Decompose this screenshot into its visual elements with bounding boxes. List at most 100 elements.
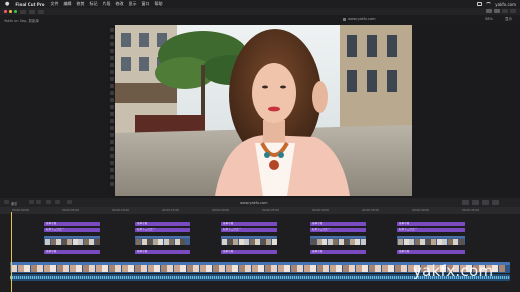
storyline-thumbnail xyxy=(355,265,362,272)
tool-icon[interactable] xyxy=(109,133,114,137)
storyline-thumbnail xyxy=(394,265,401,272)
clip-thumbnail xyxy=(344,238,349,245)
show-timeline-button[interactable] xyxy=(494,9,500,13)
title-clip[interactable]: 基本字幕 xyxy=(221,250,277,254)
ruler-tick-label: 00:00:15:00 xyxy=(162,208,180,212)
zoom-menu[interactable]: 58% xyxy=(485,17,493,21)
tool-icon[interactable] xyxy=(109,35,114,39)
storyline-thumbnail xyxy=(167,265,173,272)
close-window-button[interactable] xyxy=(4,10,7,13)
storyline-thumbnail xyxy=(310,265,316,272)
broll-clip[interactable] xyxy=(310,236,366,245)
storyline-thumbnail xyxy=(212,265,219,272)
tool-icon[interactable] xyxy=(109,161,114,165)
clip-thumbnail xyxy=(260,238,266,245)
broll-clip[interactable] xyxy=(44,236,100,245)
menu-view[interactable]: 显示 xyxy=(129,1,137,7)
audio-skimming-icon[interactable] xyxy=(472,200,479,205)
storyline-thumbnail xyxy=(56,265,63,272)
tool-icon[interactable] xyxy=(109,42,114,46)
storyline-thumbnail xyxy=(95,265,102,272)
forward-button[interactable] xyxy=(36,200,41,204)
tool-select-button[interactable] xyxy=(55,200,60,204)
tool-icon[interactable] xyxy=(109,28,114,32)
tool-icon[interactable] xyxy=(109,140,114,144)
tool-icon[interactable] xyxy=(109,182,114,186)
tool-icon[interactable] xyxy=(109,105,114,109)
title-clip[interactable]: 标准下三分之一 xyxy=(397,228,465,232)
title-clip[interactable]: 基本字幕 xyxy=(135,222,190,226)
menu-mark[interactable]: 标记 xyxy=(90,1,98,7)
playhead[interactable] xyxy=(11,212,12,292)
title-clip[interactable]: 标准下三分之一 xyxy=(221,228,277,232)
broll-clip[interactable] xyxy=(221,236,277,245)
menu-modify[interactable]: 修改 xyxy=(116,1,124,7)
clip-thumbnail xyxy=(266,238,271,245)
snapping-icon[interactable] xyxy=(492,200,499,205)
share-button[interactable] xyxy=(510,9,516,13)
tool-icon[interactable] xyxy=(109,98,114,102)
toolbar-right xyxy=(486,9,516,13)
wifi-icon[interactable] xyxy=(486,2,492,6)
solo-icon[interactable] xyxy=(482,200,489,205)
storyline-thumbnail xyxy=(121,265,128,272)
title-clip[interactable]: 基本字幕 xyxy=(397,250,465,254)
show-browser-button[interactable] xyxy=(486,9,492,13)
menu-clip[interactable]: 片段 xyxy=(103,1,111,7)
fullscreen-window-button[interactable] xyxy=(14,10,17,13)
broll-clip[interactable] xyxy=(135,236,190,245)
storyline-thumbnail xyxy=(17,265,24,272)
tool-icon[interactable] xyxy=(109,49,114,53)
tool-icon[interactable] xyxy=(109,112,114,116)
menu-edit[interactable]: 编辑 xyxy=(64,1,72,7)
tool-icon[interactable] xyxy=(109,63,114,67)
keyword-button[interactable] xyxy=(29,9,35,14)
title-clip[interactable]: 标准下三分之一 xyxy=(135,228,190,232)
title-clip[interactable]: 基本字幕 xyxy=(44,222,100,226)
tool-icon[interactable] xyxy=(109,77,114,81)
storyline-thumbnail xyxy=(82,265,89,272)
tool-icon[interactable] xyxy=(109,147,114,151)
battery-icon[interactable] xyxy=(477,2,483,6)
title-clip[interactable]: 基本字幕 xyxy=(397,222,465,226)
index-button[interactable] xyxy=(4,200,9,204)
tool-icon[interactable] xyxy=(109,56,114,60)
title-clip[interactable]: 标准下三分之一 xyxy=(310,228,366,232)
import-button[interactable] xyxy=(20,9,26,14)
menu-file[interactable]: 文件 xyxy=(51,1,59,7)
title-clip[interactable]: 基本字幕 xyxy=(310,250,366,254)
tool-icon[interactable] xyxy=(109,91,114,95)
menu-trim[interactable]: 修剪 xyxy=(77,1,85,7)
skimming-icon[interactable] xyxy=(462,200,469,205)
tool-icon[interactable] xyxy=(109,84,114,88)
broll-clip[interactable] xyxy=(397,236,465,245)
clip-thumbnail xyxy=(311,238,316,245)
clip-thumbnail xyxy=(56,238,61,245)
tool-icon[interactable] xyxy=(109,175,114,179)
viewer-video-frame[interactable] xyxy=(115,25,412,196)
tool-icon[interactable] xyxy=(109,126,114,130)
title-clip[interactable]: 基本字幕 xyxy=(221,222,277,226)
show-inspector-button[interactable] xyxy=(502,9,508,13)
menu-help[interactable]: 帮助 xyxy=(155,1,163,7)
background-tasks-button[interactable] xyxy=(38,9,44,14)
minimize-window-button[interactable] xyxy=(9,10,12,13)
back-button[interactable] xyxy=(29,200,34,204)
clip-thumbnail xyxy=(409,238,414,245)
menu-window[interactable]: 窗口 xyxy=(142,1,150,7)
clip-appearance-button[interactable] xyxy=(46,200,51,204)
title-clip[interactable]: 标准下三分之一 xyxy=(44,228,100,232)
title-clip[interactable]: 基本字幕 xyxy=(135,250,190,254)
snapping-button[interactable] xyxy=(67,200,72,204)
tool-icon[interactable] xyxy=(109,154,114,158)
tool-icon[interactable] xyxy=(109,70,114,74)
title-clip[interactable]: 基本字幕 xyxy=(310,222,366,226)
timeline-ruler[interactable]: 00:00:00:00 00:00:05:00 00:00:10:00 00:0… xyxy=(0,207,520,214)
tool-icon[interactable] xyxy=(109,119,114,123)
title-clip[interactable]: 基本字幕 xyxy=(44,250,100,254)
apple-menu-icon[interactable]: ● xyxy=(5,1,9,7)
view-menu[interactable]: 显示 xyxy=(505,17,512,22)
storyline-thumbnail xyxy=(232,265,238,272)
app-menu[interactable]: Final Cut Pro xyxy=(15,2,44,7)
tool-icon[interactable] xyxy=(109,168,114,172)
